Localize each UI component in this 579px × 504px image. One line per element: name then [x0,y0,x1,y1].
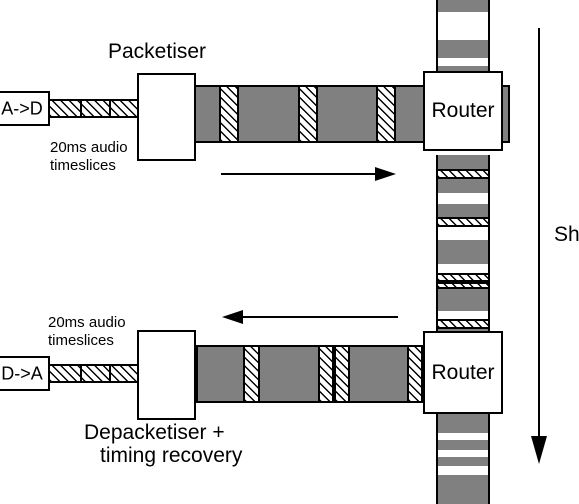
trunk-middle-band-hatch [438,169,488,180]
top-timeslices-label-line1: 20ms audio [50,139,128,156]
trunk-top-band-white [438,19,488,27]
trunk-bottom-band-gray [438,414,488,433]
trunk-middle-band-hatch [438,319,488,330]
trunk-middle-band-hatch [438,273,488,283]
trunk-middle-band-white [438,192,488,204]
bottom-timeslice-divider [109,366,112,381]
diagram-canvas: A->D D->A Router Router Packetiser Depac… [0,0,579,504]
router-top-block[interactable]: Router [423,71,503,151]
bottom-stream-segment-hatch [243,347,260,401]
top-stream-segment-gray [238,87,299,141]
bottom-flow-arrow [222,310,398,324]
trunk-bottom-band-white [438,449,488,457]
trunk-middle-band-hatch [438,282,488,290]
trunk-bottom-band-gray [438,440,488,450]
top-timeslice-divider [79,101,82,116]
bottom-timeslices-label-line2: timeslices [48,332,114,349]
router-bottom-block[interactable]: Router [423,331,503,414]
trunk-bottom-band-white [438,432,488,441]
shared-link-label: Sh [554,223,579,246]
top-stream-segment-hatch [218,87,239,141]
bottom-timeslice-divider [79,366,82,381]
adc-block[interactable]: A->D [0,91,50,126]
trunk-middle-pipe [436,155,490,336]
top-flow-arrow [221,167,396,181]
router-top-label: Router [431,99,495,122]
dac-label: D->A [1,363,43,383]
depacketiser-label-line1: Depacketiser + [84,421,225,444]
top-stream-segment-hatch [375,87,396,141]
shared-link-arrow [531,28,547,464]
adc-label: A->D [1,98,43,118]
trunk-top-band-white [438,57,488,66]
trunk-bottom-pipe [436,414,490,504]
dac-block[interactable]: D->A [0,356,50,391]
trunk-bottom-band-gray [438,456,488,467]
top-timeslice-divider [109,101,112,116]
depacketiser-label-line2: timing recovery [100,444,243,467]
trunk-top-band-white [438,12,488,20]
trunk-middle-band-white [438,310,488,320]
trunk-bottom-band-white [438,466,488,475]
bottom-stream-segment-gray [198,347,243,401]
packetiser-label: Packetiser [108,40,207,63]
bottom-stream-segment-hatch [318,347,334,401]
bottom-stream-segment-gray [260,347,318,401]
trunk-middle-band-gray [438,155,488,170]
trunk-middle-band-hatch [438,217,488,228]
trunk-top-band-gray [438,40,488,58]
top-timeslice-bar [48,99,141,118]
trunk-bottom-band-gray [438,474,488,504]
bottom-timeslice-bar [48,364,141,383]
trunk-top-band-white [438,26,488,34]
trunk-top-pipe [436,0,490,77]
trunk-middle-band-white [438,263,488,274]
top-stream-segment-hatch [298,87,319,141]
trunk-top-band-gray [438,0,488,13]
trunk-middle-band-gray [438,179,488,193]
bottom-stream-segment-gray [350,347,407,401]
depacketiser-block[interactable] [137,330,196,420]
trunk-middle-band-gray [438,203,488,217]
trunk-middle-band-white [438,227,488,234]
bottom-stream-segment-hatch [334,347,350,401]
top-stream-segment-gray [194,87,219,141]
trunk-middle-band-gray [438,239,488,264]
bottom-timeslices-label-line1: 20ms audio [48,314,126,331]
bottom-stream-segment-hatch [407,347,423,401]
router-bottom-label: Router [431,360,495,384]
packetiser-block[interactable] [137,73,196,161]
top-stream-segment-gray [318,87,376,141]
trunk-middle-band-gray [438,289,488,311]
bottom-packet-stream [196,345,442,403]
top-timeslices-label-line2: timeslices [50,157,116,174]
